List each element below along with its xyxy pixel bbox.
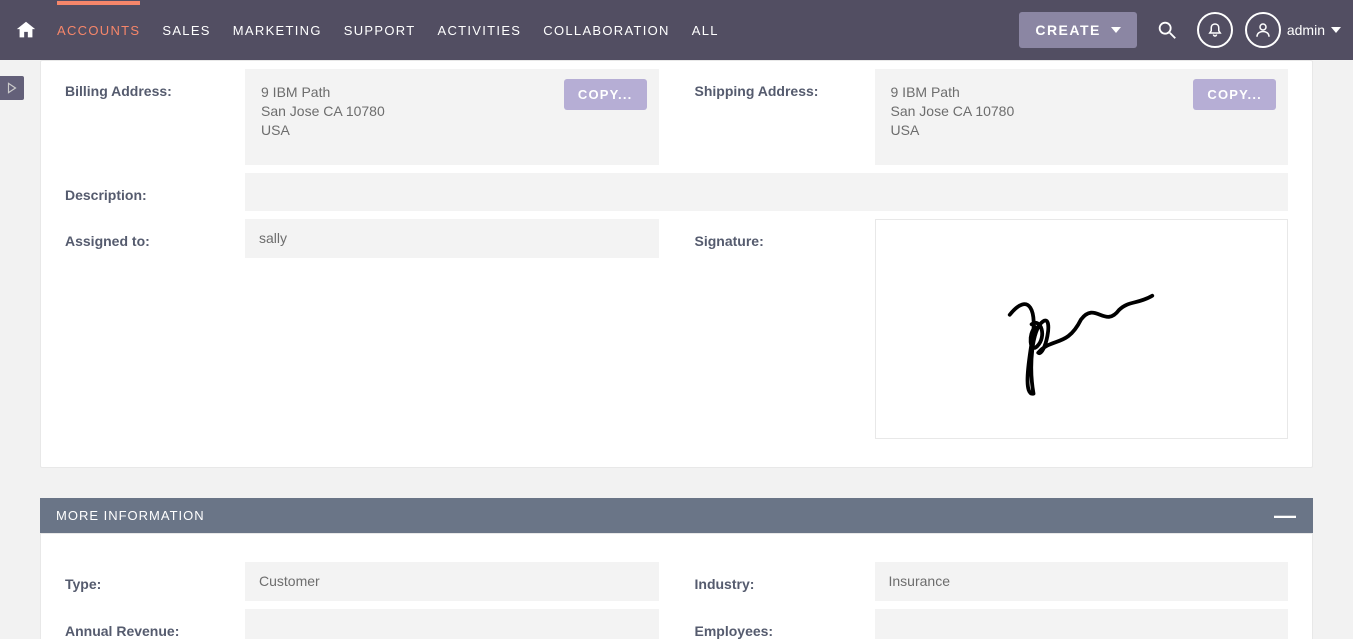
description-value[interactable] [245,173,1288,211]
caret-down-icon [1111,27,1121,33]
employees-field: Employees: [695,609,1289,639]
assigned-to-field: Assigned to: sally [65,219,659,258]
type-label: Type: [65,562,245,592]
copy-shipping-button[interactable]: COPY... [1193,79,1276,110]
address-row: Billing Address: 9 IBM Path San Jose CA … [65,61,1288,165]
create-button[interactable]: CREATE [1019,12,1137,48]
industry-value[interactable]: Insurance [875,562,1289,601]
nav-tab-collaboration[interactable]: COLLABORATION [532,23,680,38]
caret-down-icon [1331,27,1341,33]
addr-line: USA [261,121,643,140]
nav-tab-marketing[interactable]: MARKETING [222,23,333,38]
assigned-to-label: Assigned to: [65,219,245,249]
nav-tab-activities[interactable]: ACTIVITIES [426,23,532,38]
more-info-card: Type: Customer Industry: Insurance Annua… [40,533,1313,639]
assigned-to-value[interactable]: sally [245,219,659,258]
user-menu[interactable]: admin [1245,12,1341,48]
billing-address-label: Billing Address: [65,69,245,99]
home-icon[interactable] [12,16,40,44]
description-field: Description: [65,173,1288,211]
type-value[interactable]: Customer [245,562,659,601]
employees-value[interactable] [875,609,1289,639]
main-nav: ACCOUNTS SALES MARKETING SUPPORT ACTIVIT… [46,23,730,38]
search-icon[interactable] [1149,12,1185,48]
more-row-1: Type: Customer Industry: Insurance [65,554,1288,601]
annual-revenue-value[interactable] [245,609,659,639]
shipping-address-label: Shipping Address: [695,69,875,99]
more-info-title: MORE INFORMATION [56,508,205,523]
header-tools: admin [1149,12,1341,48]
nav-tab-support[interactable]: SUPPORT [333,23,427,38]
assigned-sig-row: Assigned to: sally Signature: [65,211,1288,439]
notifications-icon[interactable] [1197,12,1233,48]
billing-address-value[interactable]: 9 IBM Path San Jose CA 10780 USA COPY... [245,69,659,165]
employees-label: Employees: [695,609,875,639]
top-nav-bar: ACCOUNTS SALES MARKETING SUPPORT ACTIVIT… [0,0,1353,60]
shipping-address-field: Shipping Address: 9 IBM Path San Jose CA… [695,69,1289,165]
page-content: Billing Address: 9 IBM Path San Jose CA … [0,60,1353,468]
more-info-header[interactable]: MORE INFORMATION — [40,498,1313,533]
signature-image[interactable] [875,219,1289,439]
user-name-label: admin [1287,22,1325,38]
side-panel-toggle[interactable] [0,76,24,100]
industry-field: Industry: Insurance [695,562,1289,601]
avatar-icon [1245,12,1281,48]
signature-svg [986,249,1176,409]
signature-label: Signature: [695,219,875,249]
annual-revenue-label: Annual Revenue: [65,609,245,639]
detail-card: Billing Address: 9 IBM Path San Jose CA … [40,60,1313,468]
collapse-icon[interactable]: — [1274,510,1297,522]
nav-tab-all[interactable]: ALL [681,23,730,38]
copy-billing-button[interactable]: COPY... [564,79,647,110]
description-label: Description: [65,173,245,203]
create-button-label: CREATE [1035,22,1101,38]
shipping-address-value[interactable]: 9 IBM Path San Jose CA 10780 USA COPY... [875,69,1289,165]
addr-line: USA [891,121,1273,140]
signature-field: Signature: [695,219,1289,439]
nav-tab-sales[interactable]: SALES [151,23,221,38]
industry-label: Industry: [695,562,875,592]
nav-tab-accounts[interactable]: ACCOUNTS [46,23,151,38]
type-field: Type: Customer [65,562,659,601]
more-row-2: Annual Revenue: Employees: [65,601,1288,639]
billing-address-field: Billing Address: 9 IBM Path San Jose CA … [65,69,659,165]
annual-revenue-field: Annual Revenue: [65,609,659,639]
